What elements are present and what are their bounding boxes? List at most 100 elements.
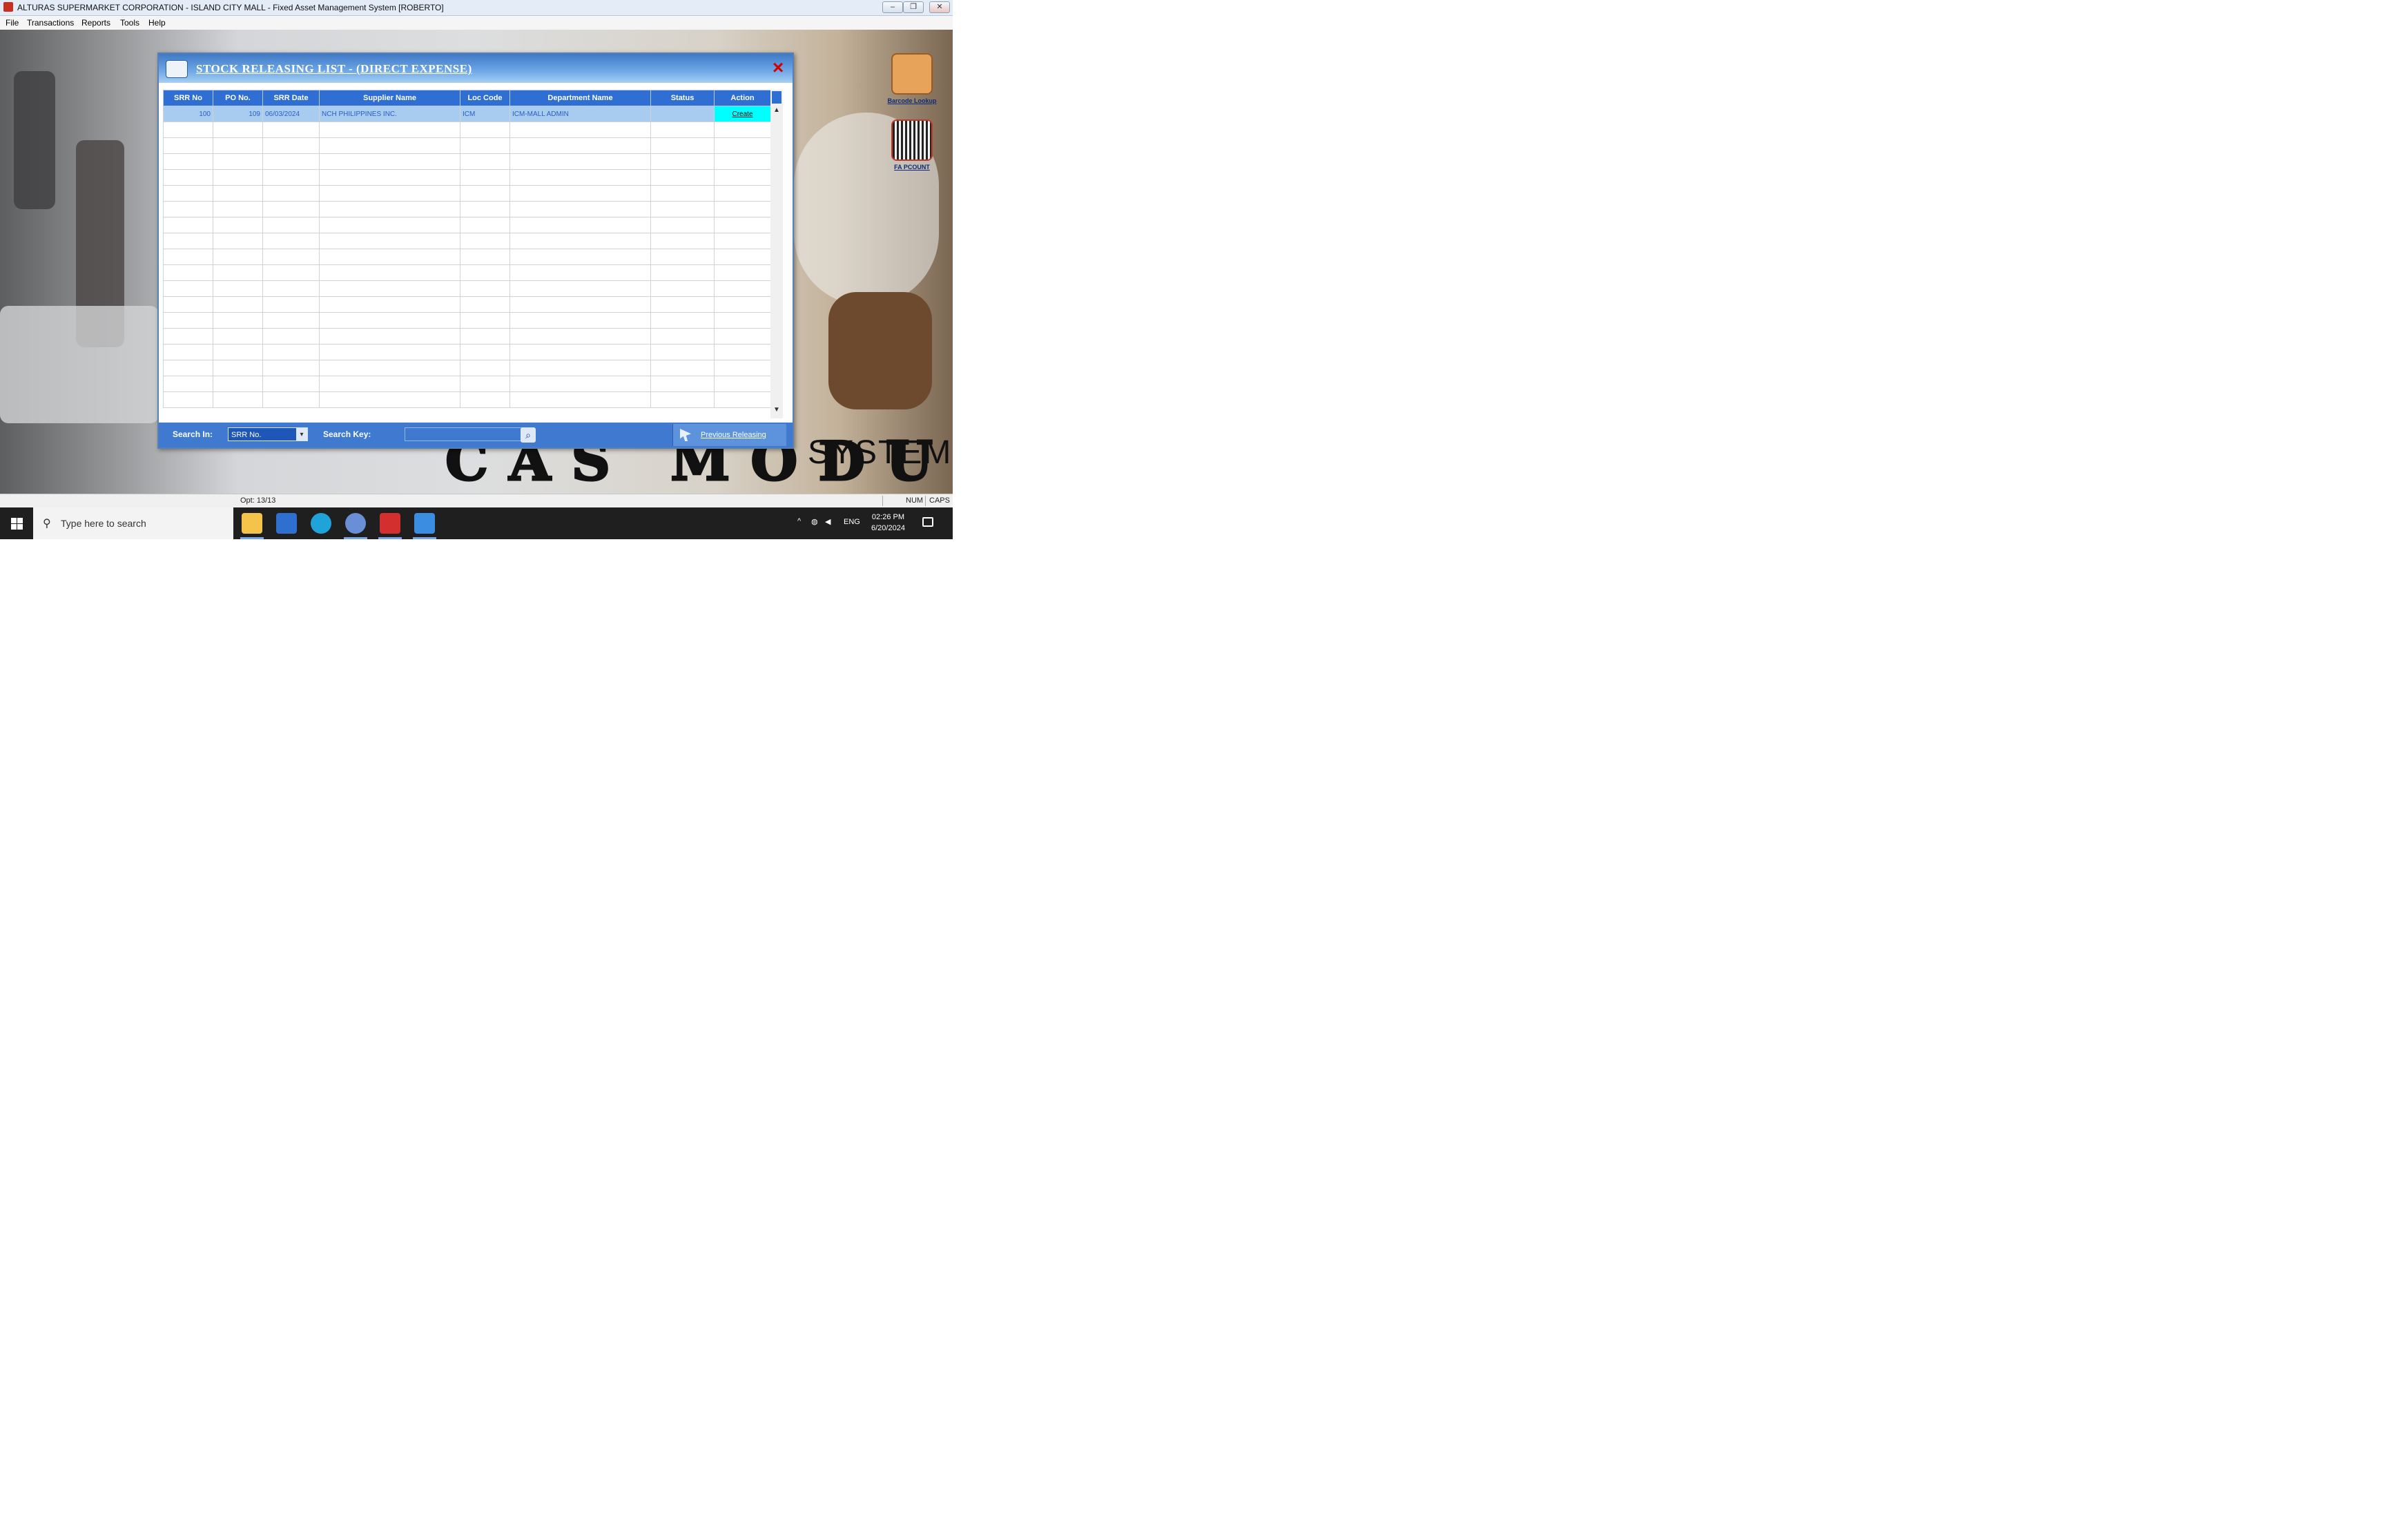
table-cell-empty[interactable]: [262, 264, 320, 281]
windows-start-button[interactable]: [0, 507, 33, 539]
table-cell-empty[interactable]: [213, 137, 263, 154]
menu-tools[interactable]: Tools: [120, 18, 139, 28]
table-cell-empty[interactable]: [509, 137, 651, 154]
table-cell-empty[interactable]: [163, 376, 213, 392]
table-cell-empty[interactable]: [213, 201, 263, 217]
table-cell-empty[interactable]: [213, 153, 263, 170]
table-cell-empty[interactable]: [509, 280, 651, 297]
table-cell-empty[interactable]: [714, 296, 771, 313]
table-cell-empty[interactable]: [509, 312, 651, 329]
minimize-button[interactable]: –: [882, 1, 903, 13]
table-cell-empty[interactable]: [262, 169, 320, 186]
fa-pcount-button[interactable]: FA PCOUNT: [881, 119, 943, 171]
table-cell-empty[interactable]: [509, 249, 651, 265]
acrobat-icon[interactable]: [380, 513, 400, 534]
table-cell-empty[interactable]: [714, 360, 771, 376]
table-cell-empty[interactable]: [262, 137, 320, 154]
cell-srr-date[interactable]: 06/03/2024: [262, 106, 320, 122]
table-cell-empty[interactable]: [714, 169, 771, 186]
table-cell-empty[interactable]: [650, 296, 715, 313]
table-row-empty[interactable]: [163, 217, 771, 233]
table-cell-empty[interactable]: [163, 169, 213, 186]
table-cell-empty[interactable]: [319, 137, 460, 154]
edge-browser-icon[interactable]: [311, 513, 331, 534]
table-cell-empty[interactable]: [163, 185, 213, 202]
table-row-empty[interactable]: [163, 360, 771, 376]
table-cell-empty[interactable]: [319, 249, 460, 265]
table-cell-empty[interactable]: [163, 280, 213, 297]
table-cell-empty[interactable]: [262, 328, 320, 345]
table-cell-empty[interactable]: [460, 264, 510, 281]
network-icon[interactable]: ◍: [811, 517, 818, 526]
search-key-input[interactable]: [405, 427, 526, 441]
table-cell-empty[interactable]: [509, 328, 651, 345]
cell-srr-no[interactable]: 100: [163, 106, 213, 122]
table-cell-empty[interactable]: [509, 169, 651, 186]
table-cell-empty[interactable]: [460, 249, 510, 265]
pen-app-icon[interactable]: [414, 513, 435, 534]
table-cell-empty[interactable]: [460, 280, 510, 297]
table-cell-empty[interactable]: [262, 201, 320, 217]
table-cell-empty[interactable]: [213, 169, 263, 186]
table-cell-empty[interactable]: [319, 328, 460, 345]
table-cell-empty[interactable]: [650, 249, 715, 265]
table-cell-empty[interactable]: [163, 249, 213, 265]
table-cell-empty[interactable]: [714, 153, 771, 170]
table-cell-empty[interactable]: [460, 233, 510, 249]
previous-releasing-button[interactable]: Previous Releasing: [672, 424, 786, 446]
table-cell-empty[interactable]: [213, 296, 263, 313]
table-cell-empty[interactable]: [163, 153, 213, 170]
table-cell-empty[interactable]: [714, 344, 771, 360]
table-cell-empty[interactable]: [213, 122, 263, 138]
table-cell-empty[interactable]: [714, 185, 771, 202]
cell-supplier[interactable]: NCH PHILIPPINES INC.: [319, 106, 460, 122]
table-cell-empty[interactable]: [509, 344, 651, 360]
table-cell-empty[interactable]: [319, 360, 460, 376]
table-cell-empty[interactable]: [262, 296, 320, 313]
barcode-lookup-button[interactable]: Barcode Lookup: [881, 53, 943, 104]
table-cell-empty[interactable]: [319, 153, 460, 170]
table-cell-empty[interactable]: [650, 185, 715, 202]
table-cell-empty[interactable]: [714, 280, 771, 297]
table-row-empty[interactable]: [163, 328, 771, 345]
create-action-button[interactable]: Create: [714, 106, 771, 122]
table-cell-empty[interactable]: [714, 264, 771, 281]
table-row-empty[interactable]: [163, 137, 771, 154]
table-cell-empty[interactable]: [163, 217, 213, 233]
table-cell-empty[interactable]: [213, 264, 263, 281]
table-cell-empty[interactable]: [319, 122, 460, 138]
taskbar-clock[interactable]: 02:26 PM 6/20/2024: [871, 512, 905, 534]
table-cell-empty[interactable]: [213, 185, 263, 202]
cell-department[interactable]: ICM-MALL ADMIN: [509, 106, 651, 122]
table-cell-empty[interactable]: [714, 376, 771, 392]
table-cell-empty[interactable]: [460, 122, 510, 138]
restore-button[interactable]: ❐: [903, 1, 924, 13]
col-supplier-name[interactable]: Supplier Name: [319, 90, 460, 106]
table-row-empty[interactable]: [163, 233, 771, 249]
table-cell-empty[interactable]: [714, 312, 771, 329]
menu-help[interactable]: Help: [148, 18, 166, 28]
table-cell-empty[interactable]: [319, 201, 460, 217]
table-cell-empty[interactable]: [262, 249, 320, 265]
table-cell-empty[interactable]: [163, 201, 213, 217]
table-cell-empty[interactable]: [163, 264, 213, 281]
table-cell-empty[interactable]: [460, 201, 510, 217]
table-row-empty[interactable]: [163, 296, 771, 313]
table-cell-empty[interactable]: [460, 360, 510, 376]
col-srr-date[interactable]: SRR Date: [262, 90, 320, 106]
table-cell-empty[interactable]: [509, 233, 651, 249]
col-po-no[interactable]: PO No.: [213, 90, 263, 106]
table-cell-empty[interactable]: [509, 185, 651, 202]
table-cell-empty[interactable]: [650, 233, 715, 249]
table-row-empty[interactable]: [163, 169, 771, 186]
table-row[interactable]: 100 109 06/03/2024 NCH PHILIPPINES INC. …: [163, 106, 771, 122]
menu-file[interactable]: File: [6, 18, 19, 28]
table-cell-empty[interactable]: [163, 328, 213, 345]
table-cell-empty[interactable]: [262, 217, 320, 233]
table-cell-empty[interactable]: [650, 312, 715, 329]
table-cell-empty[interactable]: [509, 201, 651, 217]
table-cell-empty[interactable]: [714, 137, 771, 154]
table-cell-empty[interactable]: [650, 153, 715, 170]
table-cell-empty[interactable]: [213, 280, 263, 297]
language-indicator[interactable]: ENG: [844, 518, 860, 526]
